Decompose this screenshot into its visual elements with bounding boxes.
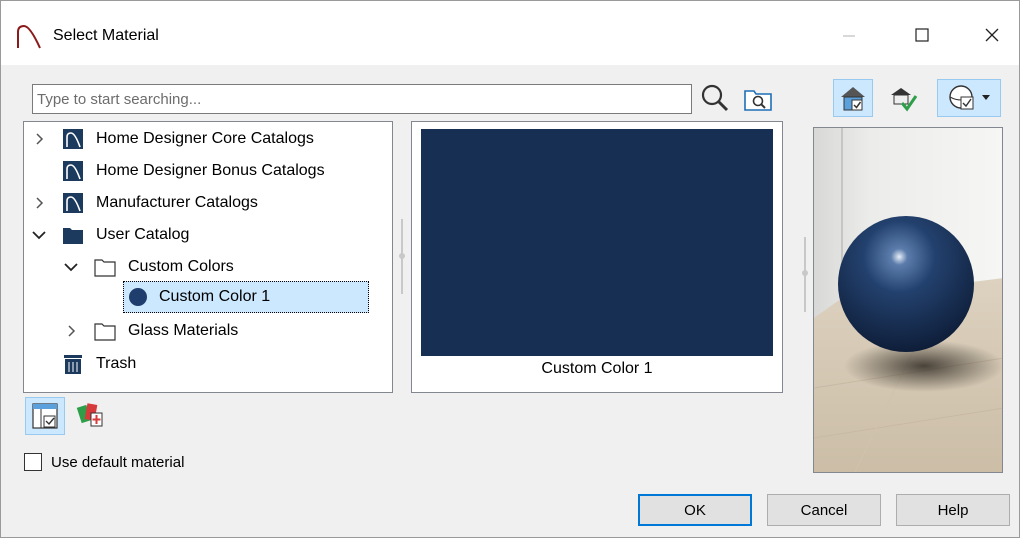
tree-item-label: Home Designer Core Catalogs: [96, 130, 314, 147]
tree-item-label: Glass Materials: [128, 322, 239, 339]
minimize-button[interactable]: [826, 15, 872, 55]
title-bar: Select Material: [1, 1, 1019, 65]
tree-item-label: User Catalog: [96, 226, 190, 243]
tree-item-custom-colors[interactable]: Custom Colors: [24, 251, 392, 283]
catalog-tree: Home Designer Core Catalogs Home Designe…: [23, 121, 393, 393]
catalog-library-icon: [63, 193, 83, 213]
preview-label: Custom Color 1: [541, 360, 653, 377]
view-house-button[interactable]: [833, 79, 873, 117]
tree-item-user-catalog[interactable]: User Catalog: [24, 219, 392, 251]
close-icon: [985, 28, 999, 42]
tree-item-custom-color-1[interactable]: Custom Color 1: [123, 281, 369, 313]
material-swatch: [421, 129, 773, 356]
sphere-render-preview: [813, 127, 1003, 473]
tree-item-label: Trash: [96, 355, 137, 372]
select-material-dialog: Select Material Type to start searching.…: [0, 0, 1020, 538]
trash-icon: [64, 355, 82, 374]
minimize-icon: [843, 35, 855, 37]
library-view-icon: [32, 403, 58, 429]
add-material-button[interactable]: [73, 399, 109, 433]
maximize-button[interactable]: [899, 15, 945, 55]
chevron-right-icon[interactable]: [64, 323, 80, 339]
folder-outline-icon: [94, 323, 116, 341]
search-icon: [701, 84, 729, 112]
tree-item-trash[interactable]: Trash: [24, 348, 392, 380]
catalog-library-icon: [63, 129, 83, 149]
search-button[interactable]: [697, 81, 733, 115]
chevron-down-icon: [982, 95, 990, 100]
app-logo-icon: [17, 24, 41, 49]
help-button[interactable]: Help: [896, 494, 1010, 526]
tree-item-glass-materials[interactable]: Glass Materials: [24, 315, 392, 347]
material-preview-panel: Custom Color 1: [411, 121, 783, 393]
tree-item-label: Manufacturer Catalogs: [96, 194, 258, 211]
tree-item-core-catalogs[interactable]: Home Designer Core Catalogs: [24, 123, 392, 155]
splitter-grip: [802, 270, 808, 276]
cancel-button[interactable]: Cancel: [767, 494, 881, 526]
search-input[interactable]: [32, 84, 692, 114]
tree-item-manufacturer-catalogs[interactable]: Manufacturer Catalogs: [24, 187, 392, 219]
folder-outline-icon: [94, 259, 116, 277]
material-check-icon: [891, 88, 918, 112]
view-library-button[interactable]: [25, 397, 65, 435]
material-cards-add-icon: [76, 403, 103, 427]
house-check-icon: [841, 87, 865, 111]
sphere-check-icon: [949, 85, 974, 110]
chevron-right-icon[interactable]: [32, 195, 48, 211]
use-default-material-checkbox[interactable]: [24, 453, 42, 471]
chevron-down-icon[interactable]: [63, 259, 79, 275]
apply-material-button[interactable]: [885, 81, 921, 117]
browse-library-button[interactable]: [741, 83, 775, 115]
catalog-library-icon: [63, 161, 83, 181]
ok-button[interactable]: OK: [638, 494, 752, 526]
view-options-dropdown[interactable]: [937, 79, 1001, 117]
window-title: Select Material: [53, 27, 159, 44]
tree-item-bonus-catalogs[interactable]: Home Designer Bonus Catalogs: [24, 155, 392, 187]
maximize-icon: [915, 28, 929, 42]
color-dot-icon: [129, 288, 147, 306]
chevron-right-icon[interactable]: [32, 131, 48, 147]
close-button[interactable]: [969, 15, 1015, 55]
tree-item-label: Custom Color 1: [159, 288, 271, 305]
tree-item-label: Custom Colors: [128, 258, 234, 275]
rendered-sphere-image: [814, 128, 1002, 472]
folder-search-icon: [744, 90, 772, 111]
splitter-grip: [399, 253, 405, 259]
chevron-down-icon[interactable]: [31, 227, 47, 243]
use-default-material-label: Use default material: [51, 454, 185, 471]
tree-item-label: Home Designer Bonus Catalogs: [96, 162, 325, 179]
folder-filled-icon: [63, 228, 83, 244]
